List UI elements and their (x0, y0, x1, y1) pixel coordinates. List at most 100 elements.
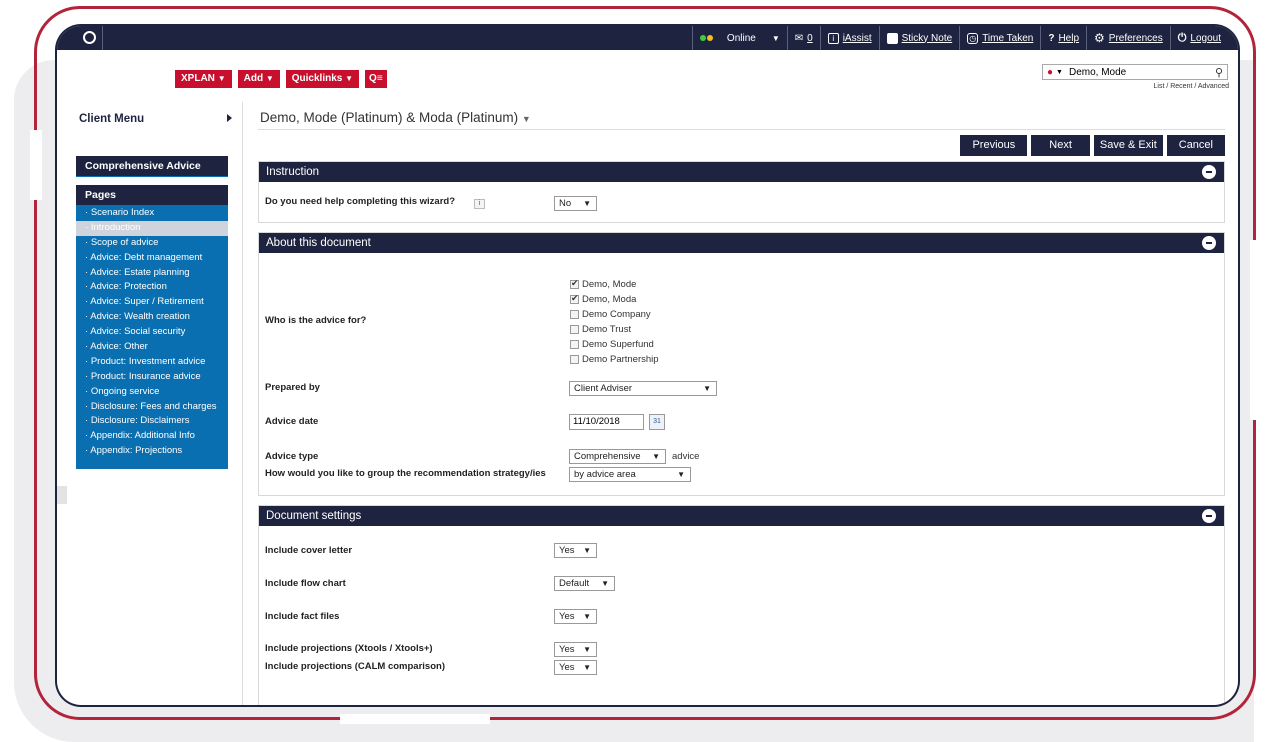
advice-type-suffix: advice (672, 451, 700, 462)
checkbox[interactable] (570, 339, 579, 349)
nav-item-ongoing-service[interactable]: Ongoing service (76, 385, 228, 400)
nav-item-projections[interactable]: Appendix: Projections (76, 444, 228, 459)
preferences-link[interactable]: ⚙ Preferences (1086, 26, 1170, 50)
previous-button[interactable]: Previous (960, 135, 1028, 156)
fact-files-select[interactable]: Yes ▼ (554, 609, 597, 624)
xplan-label: XPLAN (181, 73, 215, 84)
calendar-icon[interactable]: 31 (649, 414, 665, 430)
about-title: About this document (266, 237, 371, 249)
collapse-icon[interactable] (1202, 236, 1216, 250)
help-select[interactable]: No ▼ (554, 196, 597, 211)
search-icon[interactable]: ⚲ (1215, 66, 1223, 79)
collapse-icon[interactable] (1202, 165, 1216, 179)
frame-gap (1250, 240, 1262, 420)
time-taken-label[interactable]: Time Taken (982, 33, 1033, 44)
advice-date-input[interactable]: 11/10/2018 (569, 414, 644, 430)
option-label: Demo, Moda (582, 293, 637, 305)
nav-item-debt-management[interactable]: Advice: Debt management (76, 251, 228, 266)
projections-calm-select[interactable]: Yes ▼ (554, 660, 597, 675)
checkbox[interactable] (570, 293, 579, 304)
nav-item-estate-planning[interactable]: Advice: Estate planning (76, 266, 228, 281)
status-indicator[interactable]: Online ▼ (691, 26, 787, 50)
nav-item-protection[interactable]: Advice: Protection (76, 280, 228, 295)
flow-chart-select[interactable]: Default ▼ (554, 576, 615, 591)
quicklinks-menu-button[interactable]: Quicklinks ▼ (285, 70, 360, 88)
checkbox[interactable] (570, 354, 579, 364)
nav-item-scenario-index[interactable]: Scenario Index (76, 206, 228, 221)
client-search-input[interactable]: ● ▼ Demo, Mode ⚲ (1042, 64, 1228, 80)
nav-item-scope-of-advice[interactable]: Scope of advice (76, 236, 228, 251)
advice-for-option[interactable]: Demo Trust (570, 322, 631, 336)
spacer (76, 177, 228, 185)
nav-item-introduction[interactable]: Introduction (76, 220, 228, 236)
cancel-button[interactable]: Cancel (1166, 135, 1225, 156)
nav-pages-header[interactable]: Pages (76, 185, 228, 206)
xplan-menu-button[interactable]: XPLAN ▼ (175, 70, 232, 88)
nav-item-super-retirement[interactable]: Advice: Super / Retirement (76, 295, 228, 310)
help-link[interactable]: ? Help (1040, 26, 1086, 50)
status-green-dot-icon (699, 35, 706, 41)
device-bezel: Online ▼ ✉ 0 i iAssist Sticky Note ◷ Tim… (55, 24, 1240, 707)
quick-search-button[interactable]: Q≡ (365, 70, 387, 88)
app-screen: Online ▼ ✉ 0 i iAssist Sticky Note ◷ Tim… (57, 26, 1238, 705)
nav-item-wealth-creation[interactable]: Advice: Wealth creation (76, 310, 228, 325)
projections-calm-value: Yes (559, 662, 575, 673)
cover-letter-select[interactable]: Yes ▼ (554, 543, 597, 558)
option-label: Demo, Mode (582, 278, 637, 290)
logout-link[interactable]: ⏻ Logout (1169, 26, 1228, 50)
nav-item-fees-and-charges[interactable]: Disclosure: Fees and charges (76, 400, 228, 415)
clock-icon: ◷ (967, 32, 979, 44)
save-exit-button[interactable]: Save & Exit (1093, 135, 1163, 156)
projections-xtools-select[interactable]: Yes ▼ (554, 642, 597, 657)
help-label[interactable]: Help (1058, 33, 1079, 44)
next-button[interactable]: Next (1031, 135, 1090, 156)
chevron-down-icon[interactable]: ▼ (772, 34, 780, 43)
mail-link[interactable]: ✉ 0 (786, 26, 820, 50)
time-taken-link[interactable]: ◷ Time Taken (959, 26, 1040, 50)
preferences-label[interactable]: Preferences (1109, 33, 1163, 44)
iassist-link[interactable]: i iAssist (819, 26, 879, 50)
advice-for-option[interactable]: Demo Superfund (570, 337, 654, 351)
advice-type-select[interactable]: Comprehensive ▼ (569, 449, 666, 464)
checkbox[interactable] (570, 309, 579, 319)
sticky-note-link[interactable]: Sticky Note (878, 26, 960, 50)
nav-item-advice-other[interactable]: Advice: Other (76, 340, 228, 355)
iassist-icon: i (827, 32, 839, 44)
main-content: Demo, Mode (Platinum) & Moda (Platinum) … (258, 102, 1225, 705)
chevron-down-icon[interactable]: ▼ (1056, 69, 1063, 76)
nav-section-header[interactable]: Comprehensive Advice (76, 156, 228, 177)
document-settings-section: Document settings Include cover letter Y… (258, 505, 1225, 705)
add-menu-button[interactable]: Add ▼ (237, 70, 280, 88)
divider (258, 129, 1225, 130)
nav-item-investment-advice[interactable]: Product: Investment advice (76, 355, 228, 370)
advice-for-option[interactable]: Demo, Mode (570, 277, 636, 291)
sidebar-collapse-handle[interactable] (57, 486, 67, 504)
group-strategy-select[interactable]: by advice area ▼ (569, 467, 691, 482)
checkbox[interactable] (570, 324, 579, 334)
chevron-down-icon[interactable]: ▼ (522, 114, 531, 124)
collapse-icon[interactable] (1202, 509, 1216, 523)
divider (102, 26, 103, 50)
globe-icon[interactable] (83, 31, 96, 44)
instruction-header: Instruction (259, 162, 1224, 182)
client-menu-title[interactable]: Client Menu (79, 113, 144, 125)
nav-item-social-security[interactable]: Advice: Social security (76, 325, 228, 340)
prepared-by-select[interactable]: Client Adviser ▼ (569, 381, 717, 396)
logout-label[interactable]: Logout (1190, 33, 1221, 44)
search-links[interactable]: List / Recent / Advanced (1067, 83, 1230, 90)
nav-item-additional-info[interactable]: Appendix: Additional Info (76, 429, 228, 444)
nav-item-insurance-advice[interactable]: Product: Insurance advice (76, 370, 228, 385)
iassist-label[interactable]: iAssist (843, 33, 872, 44)
question-icon: ? (1048, 32, 1055, 44)
sticky-note-label[interactable]: Sticky Note (902, 33, 953, 44)
nav-item-disclaimers[interactable]: Disclosure: Disclaimers (76, 414, 228, 429)
mail-count[interactable]: 0 (807, 33, 813, 44)
advice-for-option[interactable]: Demo Company (570, 307, 651, 321)
advice-for-option[interactable]: Demo, Moda (570, 292, 636, 306)
advice-for-option[interactable]: Demo Partnership (570, 352, 659, 366)
top-bar: Online ▼ ✉ 0 i iAssist Sticky Note ◷ Tim… (57, 26, 1238, 50)
chevron-right-icon[interactable] (227, 114, 232, 122)
page-title[interactable]: Demo, Mode (Platinum) & Moda (Platinum) … (260, 110, 531, 125)
checkbox[interactable] (570, 278, 579, 289)
info-icon[interactable]: i (474, 199, 485, 209)
